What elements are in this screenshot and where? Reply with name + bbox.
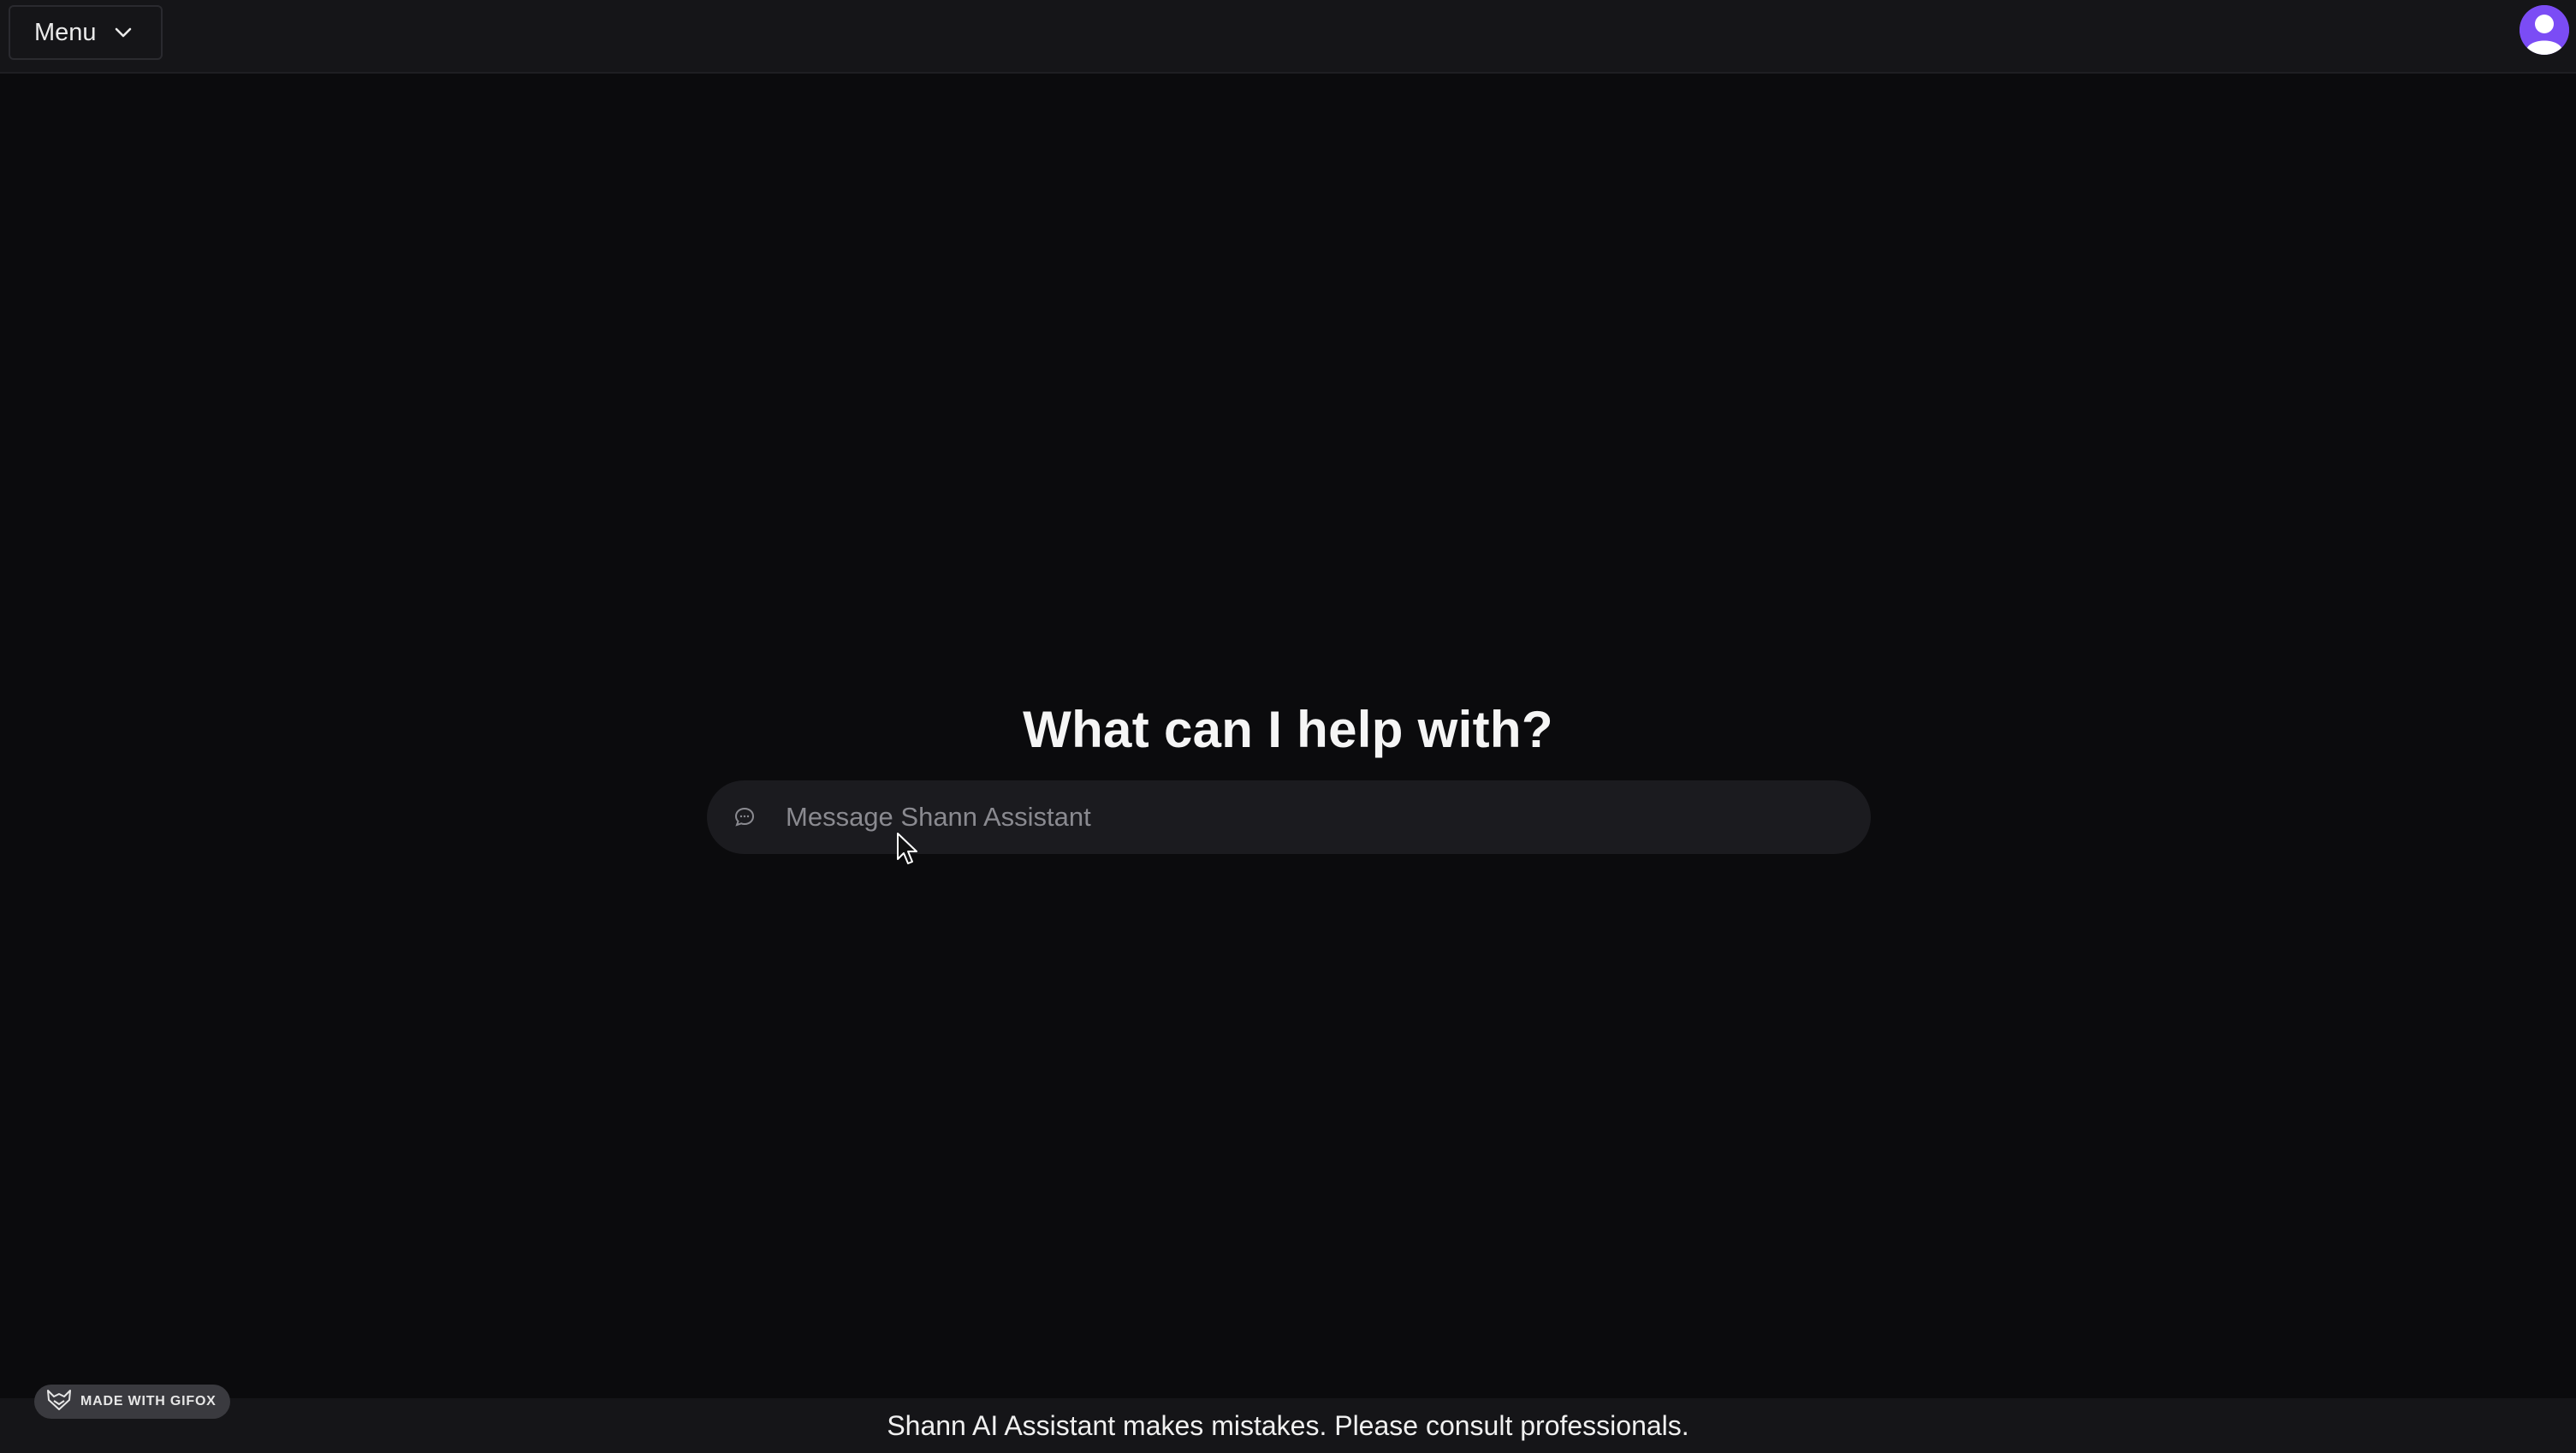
page-title: What can I help with? bbox=[1023, 701, 1553, 758]
footer: Shann AI Assistant makes mistakes. Pleas… bbox=[0, 1398, 2576, 1453]
app-window: Menu What can I help with? Message Shann… bbox=[0, 0, 2576, 1453]
disclaimer-text: Shann AI Assistant makes mistakes. Pleas… bbox=[887, 1409, 1689, 1441]
watermark-label: MADE WITH GIFOX bbox=[80, 1394, 217, 1409]
top-bar: Menu bbox=[0, 0, 2576, 74]
chevron-down-icon bbox=[112, 21, 134, 44]
fox-logo-icon bbox=[46, 1389, 72, 1415]
menu-button[interactable]: Menu bbox=[9, 5, 163, 60]
gifox-watermark: MADE WITH GIFOX bbox=[34, 1385, 230, 1419]
message-composer[interactable] bbox=[707, 780, 1871, 854]
message-input[interactable] bbox=[784, 791, 1871, 844]
user-avatar-icon[interactable] bbox=[2520, 5, 2569, 55]
menu-label: Menu bbox=[34, 18, 97, 46]
chat-bubble-icon bbox=[727, 800, 762, 834]
